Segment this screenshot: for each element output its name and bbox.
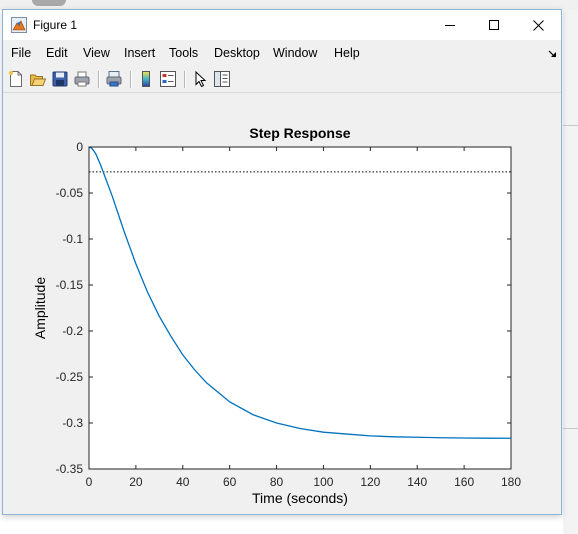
x-tick-label: 140 <box>407 475 427 489</box>
toolbar-separator <box>184 71 186 88</box>
y-tick-label: -0.35 <box>56 462 84 476</box>
window-title: Figure 1 <box>33 18 78 32</box>
figure-window: Figure 1 File Edit View Insert Tools Des… <box>2 9 562 515</box>
y-axis-label: Amplitude <box>32 277 48 339</box>
figure-toolbar <box>3 66 561 93</box>
toolbar-separator <box>98 71 100 88</box>
matlab-figure-icon <box>11 17 27 33</box>
open-file-icon[interactable] <box>29 70 47 88</box>
edit-plot-pointer-icon[interactable] <box>191 70 209 88</box>
close-icon <box>532 19 544 31</box>
axes-box <box>88 146 512 470</box>
chart-title: Step Response <box>249 125 350 141</box>
insert-legend-icon[interactable] <box>159 70 177 88</box>
menu-view[interactable]: View <box>83 46 110 60</box>
print-icon[interactable] <box>73 70 91 88</box>
y-tick-label: -0.15 <box>56 278 84 292</box>
background-divider <box>563 125 578 126</box>
dock-figure-button[interactable] <box>548 46 558 64</box>
background-divider <box>563 428 578 429</box>
x-tick-label: 120 <box>360 475 380 489</box>
menu-tools[interactable]: Tools <box>169 46 198 60</box>
x-tick-label: 20 <box>129 475 143 489</box>
x-tick-label: 160 <box>454 475 474 489</box>
background-window-edge <box>563 10 578 534</box>
y-tick-label: -0.25 <box>56 370 84 384</box>
y-tick-label: -0.1 <box>62 232 83 246</box>
menu-window[interactable]: Window <box>273 46 317 60</box>
background-window-tab <box>32 0 66 6</box>
menu-desktop[interactable]: Desktop <box>214 46 260 60</box>
toolbar-separator <box>130 71 132 88</box>
maximize-icon <box>489 20 499 30</box>
step-response-plot[interactable]: 0 20 40 60 80 100 120 140 160 180 0 -0.05 -0.1 -0.15 -… <box>3 93 561 514</box>
y-tick-label: -0.2 <box>62 324 83 338</box>
figure-canvas: 0 20 40 60 80 100 120 140 160 180 0 -0.05 -0.1 -0.15 -… <box>3 93 561 514</box>
x-tick-label: 60 <box>223 475 237 489</box>
insert-colorbar-icon[interactable] <box>137 70 155 88</box>
property-inspector-icon[interactable] <box>213 70 231 88</box>
menu-insert[interactable]: Insert <box>124 46 155 60</box>
menu-help[interactable]: Help <box>334 46 360 60</box>
menu-bar: File Edit View Insert Tools Desktop Wind… <box>3 41 561 65</box>
y-tick-label: -0.05 <box>56 186 84 200</box>
minimize-button[interactable] <box>427 10 473 40</box>
new-figure-icon[interactable] <box>7 70 25 88</box>
menu-edit[interactable]: Edit <box>46 46 68 60</box>
title-bar[interactable]: Figure 1 <box>3 10 561 40</box>
link-plot-icon[interactable] <box>105 70 123 88</box>
x-tick-label: 0 <box>86 475 93 489</box>
maximize-button[interactable] <box>471 10 517 40</box>
x-tick-label: 180 <box>501 475 521 489</box>
dock-arrow-icon <box>548 50 556 58</box>
close-button[interactable] <box>515 10 561 40</box>
x-tick-label: 40 <box>176 475 190 489</box>
x-axis-label: Time (seconds) <box>252 490 348 506</box>
minimize-icon <box>445 25 455 26</box>
save-icon[interactable] <box>51 70 69 88</box>
y-tick-label: -0.3 <box>62 416 83 430</box>
x-tick-label: 80 <box>270 475 284 489</box>
menu-file[interactable]: File <box>11 46 31 60</box>
x-tick-label: 100 <box>313 475 333 489</box>
y-tick-label: 0 <box>76 140 83 154</box>
